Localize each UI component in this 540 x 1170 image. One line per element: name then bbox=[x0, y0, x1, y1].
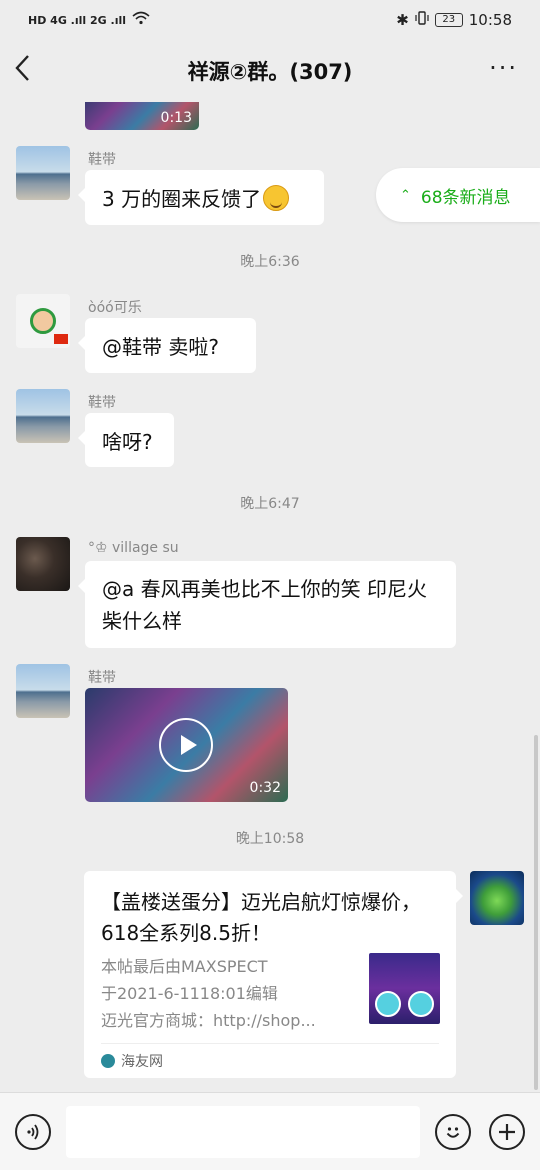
link-card-source: 海友网 bbox=[101, 1051, 163, 1071]
sender-name: 鞋带 bbox=[88, 395, 116, 411]
input-bar bbox=[0, 1092, 540, 1170]
chevron-up-icon: ⌃ bbox=[400, 187, 411, 203]
avatar-face bbox=[30, 308, 56, 334]
status-bar: HD 4G .ıll 2G .ıll ✱ 23 10:58 bbox=[0, 0, 540, 40]
message-text: 啥呀? bbox=[102, 429, 153, 454]
message-text: 3 万的圈来反馈了 bbox=[102, 187, 262, 211]
scrollbar[interactable] bbox=[534, 735, 538, 1090]
avatar[interactable] bbox=[16, 664, 70, 718]
battery-icon: 23 bbox=[434, 13, 463, 27]
link-card-description: 本帖最后由MAXSPECT 于2021-6-1118:01编辑 迈光官方商城：h… bbox=[101, 953, 361, 1034]
link-card-title: 【盖楼送蛋分】迈光启航灯惊爆价，618全系列8.5折！ bbox=[101, 890, 421, 945]
message-bubble[interactable]: @鞋带 卖啦? bbox=[78, 318, 256, 373]
flag-icon bbox=[54, 334, 68, 344]
my-avatar[interactable] bbox=[470, 871, 524, 925]
link-card-desc-line: 迈光官方商城：http://shop... bbox=[101, 1011, 316, 1030]
link-card[interactable]: 【盖楼送蛋分】迈光启航灯惊爆价，618全系列8.5折！ 本帖最后由MAXSPEC… bbox=[84, 871, 463, 1078]
voice-icon[interactable] bbox=[15, 1114, 51, 1150]
avatar[interactable] bbox=[16, 389, 70, 443]
more-options-button[interactable]: ··· bbox=[489, 54, 518, 82]
message-input[interactable] bbox=[66, 1106, 420, 1158]
status-right: ✱ 23 10:58 bbox=[396, 11, 512, 29]
new-messages-label: 68条新消息 bbox=[420, 187, 511, 208]
avatar[interactable] bbox=[16, 294, 70, 348]
nav-bar: 祥源②群。(307) ··· bbox=[0, 40, 540, 102]
link-card-desc-line: 本帖最后由MAXSPECT bbox=[101, 957, 268, 976]
status-time: 10:58 bbox=[468, 11, 512, 29]
sender-name: òóó可乐 bbox=[88, 300, 142, 316]
sender-name: 鞋带 bbox=[88, 152, 116, 168]
avatar[interactable] bbox=[16, 146, 70, 200]
message-bubble[interactable]: @a 春风再美也比不上你的笑 印尼火柴什么样 bbox=[78, 561, 456, 648]
sender-name: 鞋带 bbox=[88, 670, 116, 686]
avatar[interactable] bbox=[16, 537, 70, 591]
message-text: @a 春风再美也比不上你的笑 印尼火柴什么样 bbox=[102, 576, 427, 633]
wifi-icon bbox=[132, 11, 150, 29]
plus-icon[interactable] bbox=[489, 1114, 525, 1150]
video-message[interactable]: 0:32 bbox=[85, 688, 288, 802]
message-bubble[interactable]: 啥呀? bbox=[78, 413, 174, 467]
bluetooth-icon: ✱ bbox=[396, 11, 409, 29]
link-card-thumbnail bbox=[369, 953, 440, 1024]
source-logo-icon bbox=[101, 1054, 115, 1068]
sender-name: °♔ village su bbox=[88, 540, 179, 556]
vibrate-icon bbox=[415, 11, 429, 29]
page-title: 祥源②群。(307) bbox=[187, 60, 353, 84]
play-icon[interactable] bbox=[159, 718, 213, 772]
divider bbox=[101, 1043, 439, 1044]
timestamp: 晚上6:36 bbox=[240, 254, 300, 270]
chat-area[interactable]: 0:13 鞋带 3 万的圈来反馈了 ⌃ 68条新消息 晚上6:36 òóó可乐 … bbox=[0, 102, 540, 1092]
signal-indicators: HD 4G .ıll 2G .ıll bbox=[28, 13, 127, 27]
video-duration: 0:13 bbox=[160, 110, 192, 126]
timestamp: 晚上10:58 bbox=[235, 831, 305, 847]
video-duration: 0:32 bbox=[249, 780, 281, 796]
new-messages-button[interactable]: ⌃ 68条新消息 bbox=[376, 168, 540, 222]
emoji-icon[interactable] bbox=[435, 1114, 471, 1150]
timestamp: 晚上6:47 bbox=[240, 496, 300, 512]
source-name: 海友网 bbox=[121, 1054, 163, 1070]
video-message-top[interactable]: 0:13 bbox=[85, 102, 199, 130]
status-left: HD 4G .ıll 2G .ıll bbox=[28, 11, 150, 29]
message-bubble[interactable]: 3 万的圈来反馈了 bbox=[78, 170, 324, 225]
smile-emoji-icon bbox=[263, 184, 290, 211]
link-card-desc-line: 于2021-6-1118:01编辑 bbox=[101, 984, 278, 1003]
back-button[interactable] bbox=[14, 54, 44, 88]
message-text: @鞋带 卖啦? bbox=[102, 335, 219, 359]
